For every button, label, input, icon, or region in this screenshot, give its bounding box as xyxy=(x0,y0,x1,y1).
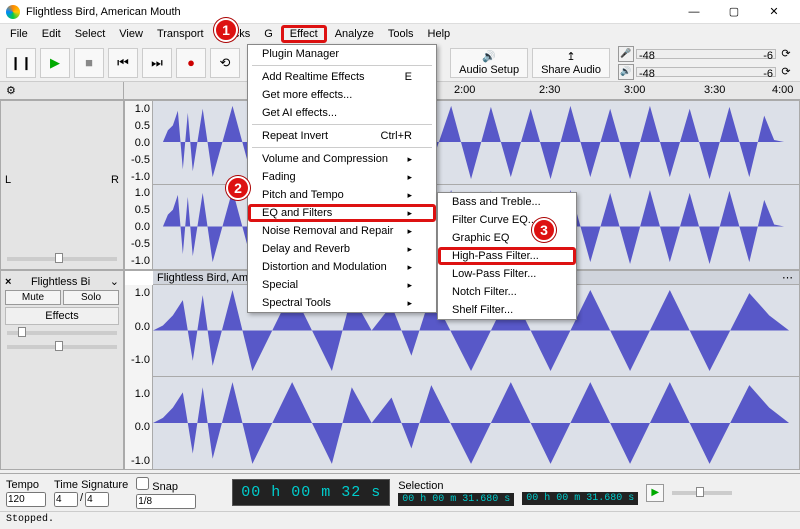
menu-bass-treble[interactable]: Bass and Treble... xyxy=(438,193,576,211)
menu-add-realtime[interactable]: Add Realtime EffectsE xyxy=(248,68,436,86)
annotation-marker-3: 3 xyxy=(532,218,556,242)
share-audio-button[interactable]: ↥Share Audio xyxy=(532,48,610,78)
play-meter[interactable]: -48-6 xyxy=(636,67,776,77)
menu-spectral[interactable]: Spectral Tools xyxy=(248,294,436,312)
app-icon xyxy=(6,5,20,19)
menubar: File Edit Select View Transport Tracks G… xyxy=(0,24,800,44)
menu-pitch[interactable]: Pitch and Tempo xyxy=(248,186,436,204)
menu-file[interactable]: File xyxy=(4,26,34,42)
timeline-tick: 4:00 xyxy=(772,84,793,96)
menu-analyze[interactable]: Analyze xyxy=(329,26,380,42)
skip-start-button[interactable]: ⏮ xyxy=(108,48,138,78)
maximize-button[interactable]: ▢ xyxy=(714,1,754,23)
timesig-num[interactable] xyxy=(54,492,78,507)
menu-delay[interactable]: Delay and Reverb xyxy=(248,240,436,258)
timeline-tick: 2:00 xyxy=(454,84,475,96)
menu-edit[interactable]: Edit xyxy=(36,26,67,42)
menu-select[interactable]: Select xyxy=(69,26,112,42)
menu-special[interactable]: Special xyxy=(248,276,436,294)
pan-slider[interactable] xyxy=(7,257,117,261)
snap-checkbox[interactable] xyxy=(136,477,149,490)
menu-highpass[interactable]: High-Pass Filter... xyxy=(438,247,576,265)
close-button[interactable]: ✕ xyxy=(754,1,794,23)
tempo-label: Tempo xyxy=(6,479,46,491)
track-close[interactable]: × xyxy=(5,276,11,288)
clip-menu-icon[interactable]: ⋯ xyxy=(782,271,793,284)
speaker-icon[interactable]: 🔊 xyxy=(618,64,634,80)
menu-effect[interactable]: Effect xyxy=(281,25,327,43)
pause-button[interactable]: ❙❙ xyxy=(6,48,36,78)
solo-button[interactable]: Solo xyxy=(63,290,119,305)
play-at-speed-button[interactable]: ▶ xyxy=(646,484,664,502)
record-button[interactable]: ● xyxy=(176,48,206,78)
menu-view[interactable]: View xyxy=(113,26,149,42)
menu-fading[interactable]: Fading xyxy=(248,168,436,186)
menu-tools[interactable]: Tools xyxy=(382,26,420,42)
selection-end[interactable]: 00 h 00 m 31.680 s xyxy=(522,492,638,505)
track-name: Flightless Bi xyxy=(31,276,90,288)
mic-icon[interactable]: 🎤 xyxy=(618,46,634,62)
menu-help[interactable]: Help xyxy=(422,26,457,42)
minimize-button[interactable]: — xyxy=(674,1,714,23)
gain-slider[interactable] xyxy=(7,331,117,335)
menu-eq-filters[interactable]: EQ and Filters xyxy=(248,204,436,222)
record-meter[interactable]: -48-6 xyxy=(636,49,776,59)
snap-value[interactable] xyxy=(136,494,196,509)
pan-l: L xyxy=(5,174,11,186)
menu-get-ai[interactable]: Get AI effects... xyxy=(248,104,436,122)
selection-start[interactable]: 00 h 00 m 31.680 s xyxy=(398,493,514,506)
menu-repeat[interactable]: Repeat InvertCtrl+R xyxy=(248,127,436,145)
timeline-tick: 3:30 xyxy=(704,84,725,96)
audio-setup-button[interactable]: 🔊Audio Setup xyxy=(450,48,528,78)
timeline-tick: 2:30 xyxy=(539,84,560,96)
snap-label: Snap xyxy=(152,481,178,493)
menu-notch[interactable]: Notch Filter... xyxy=(438,283,576,301)
speed-slider[interactable] xyxy=(672,491,732,495)
timesig-label: Time Signature xyxy=(54,479,128,491)
menu-lowpass[interactable]: Low-Pass Filter... xyxy=(438,265,576,283)
stop-button[interactable]: ■ xyxy=(74,48,104,78)
footer-toolbar: Tempo Time Signature / Snap 00 h 00 m 32… xyxy=(0,473,800,511)
timesig-den[interactable] xyxy=(85,492,109,507)
refresh-icon-2[interactable]: ⟳ xyxy=(778,64,794,80)
menu-shelf[interactable]: Shelf Filter... xyxy=(438,301,576,319)
menu-plugin-manager[interactable]: Plugin Manager xyxy=(248,45,436,63)
loop-button[interactable]: ⟲ xyxy=(210,48,240,78)
menu-generate[interactable]: G xyxy=(258,26,279,42)
play-button[interactable]: ▶ xyxy=(40,48,70,78)
timeline-tick: 3:00 xyxy=(624,84,645,96)
chevron-down-icon[interactable]: ⌄ xyxy=(110,275,119,288)
pan-r: R xyxy=(111,174,119,186)
mute-button[interactable]: Mute xyxy=(5,290,61,305)
menu-get-more[interactable]: Get more effects... xyxy=(248,86,436,104)
selection-label: Selection xyxy=(398,480,514,492)
menu-transport[interactable]: Transport xyxy=(151,26,210,42)
tempo-input[interactable] xyxy=(6,492,46,507)
annotation-marker-1: 1 xyxy=(214,18,238,42)
status-bar: Stopped. xyxy=(0,511,800,529)
annotation-marker-2: 2 xyxy=(226,176,250,200)
eq-submenu: Bass and Treble... Filter Curve EQ... Gr… xyxy=(437,192,577,320)
effects-button[interactable]: Effects xyxy=(5,307,119,325)
pan-slider-2[interactable] xyxy=(7,345,117,349)
effect-menu: Plugin Manager Add Realtime EffectsE Get… xyxy=(247,44,437,313)
time-display[interactable]: 00 h 00 m 32 s xyxy=(232,479,390,506)
gear-icon[interactable]: ⚙ xyxy=(6,84,20,98)
track-head-1: LR xyxy=(0,100,124,270)
track-head-2: × Flightless Bi ⌄ MuteSolo Effects xyxy=(0,270,124,470)
skip-end-button[interactable]: ⏭ xyxy=(142,48,172,78)
menu-noise[interactable]: Noise Removal and Repair xyxy=(248,222,436,240)
menu-distortion[interactable]: Distortion and Modulation xyxy=(248,258,436,276)
menu-volume[interactable]: Volume and Compression xyxy=(248,150,436,168)
refresh-icon[interactable]: ⟳ xyxy=(778,46,794,62)
window-title: Flightless Bird, American Mouth xyxy=(26,6,674,18)
